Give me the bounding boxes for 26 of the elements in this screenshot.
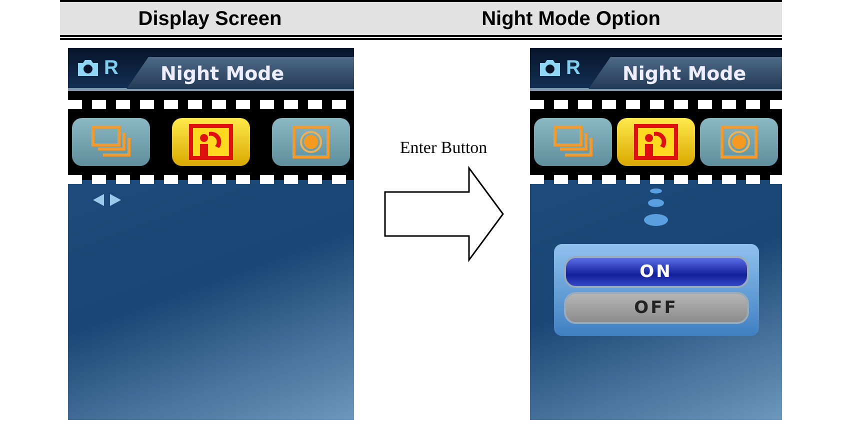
target-icon: [292, 125, 330, 159]
mode-tile[interactable]: [534, 118, 612, 166]
camera-icon: [538, 59, 562, 77]
camera-icon: [76, 59, 100, 77]
screen-title: Night Mode: [126, 57, 354, 89]
column-heading: Night Mode Option: [480, 7, 662, 32]
stacked-frames-icon: [91, 125, 131, 159]
mode-tile[interactable]: [272, 118, 350, 166]
mode-tile[interactable]: [172, 118, 250, 166]
transition-label: Enter Button: [400, 138, 488, 158]
mode-tile[interactable]: [700, 118, 778, 166]
mode-tile[interactable]: [72, 118, 150, 166]
left-right-arrows-icon: [92, 194, 122, 206]
right-arrow-icon: [382, 166, 504, 262]
option-item[interactable]: OFF: [564, 292, 748, 324]
target-icon: [720, 125, 758, 159]
night-portrait-icon: [634, 124, 678, 160]
night-portrait-icon: [189, 124, 233, 160]
screen-title: Night Mode: [588, 57, 782, 89]
mode-tile[interactable]: [617, 118, 695, 166]
stacked-frames-icon: [553, 125, 593, 159]
column-heading: Display Screen: [137, 7, 283, 32]
mode-letter: R: [104, 56, 118, 80]
option-item[interactable]: ON: [564, 256, 748, 288]
bubble-dots-icon: [643, 188, 669, 228]
mode-letter: R: [566, 56, 580, 80]
